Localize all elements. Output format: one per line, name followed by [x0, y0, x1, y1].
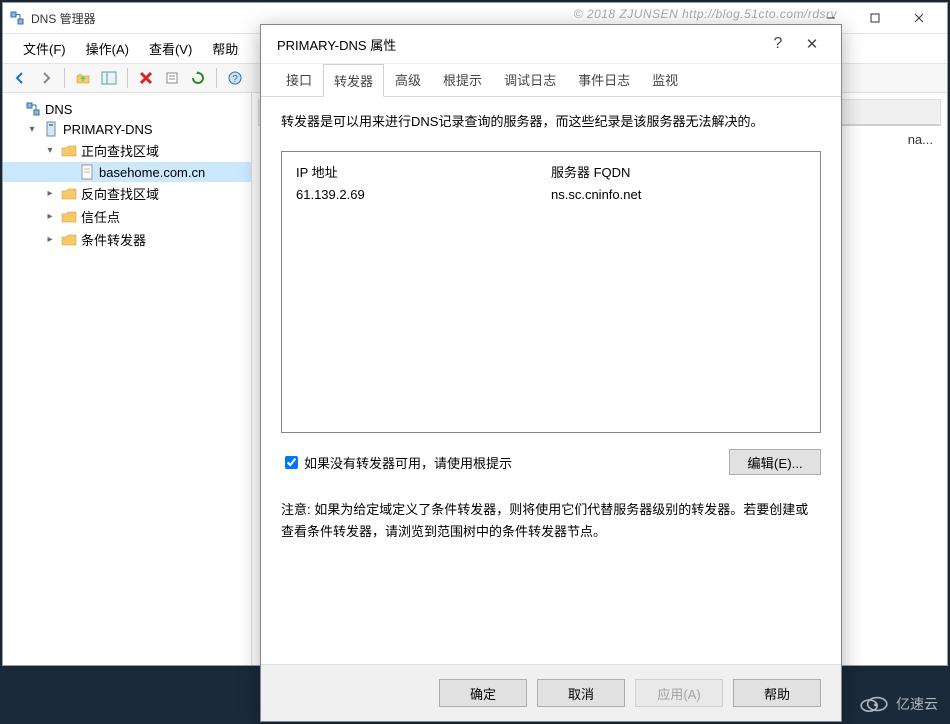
server-icon — [43, 121, 59, 137]
brand-text: 亿速云 — [896, 694, 938, 714]
tree-label: 反向查找区域 — [81, 184, 159, 203]
expander-icon[interactable]: ▾ — [25, 124, 39, 135]
column-header-fqdn: 服务器 FQDN — [551, 162, 806, 181]
tree-label: PRIMARY-DNS — [63, 122, 153, 137]
forwarders-note: 注意: 如果为给定域定义了条件转发器，则将使用它们代替服务器级别的转发器。若要创… — [281, 499, 821, 543]
app-icon — [9, 10, 25, 26]
tab-strip: 接口 转发器 高级 根提示 调试日志 事件日志 监视 — [261, 64, 841, 97]
dialog-close-button[interactable]: ✕ — [795, 35, 829, 53]
close-button[interactable] — [897, 5, 941, 31]
cancel-button[interactable]: 取消 — [537, 679, 625, 707]
column-header-ip: IP 地址 — [296, 162, 551, 181]
dialog-titlebar: PRIMARY-DNS 属性 ? ✕ — [261, 25, 841, 64]
delete-button[interactable] — [135, 67, 157, 89]
forwarder-row[interactable]: 61.139.2.69 ns.sc.cninfo.net — [296, 187, 806, 202]
use-root-hints-row: 如果没有转发器可用，请使用根提示 编辑(E)... — [281, 449, 821, 475]
list-header: IP 地址 服务器 FQDN — [296, 162, 806, 181]
tree-label: 条件转发器 — [81, 230, 146, 249]
menu-action[interactable]: 操作(A) — [76, 36, 139, 61]
dialog-button-row: 确定 取消 应用(A) 帮助 — [261, 664, 841, 721]
window-title: DNS 管理器 — [31, 10, 96, 27]
tree-zone-basehome[interactable]: basehome.com.cn — [3, 162, 251, 182]
tree-pane[interactable]: DNS ▾ PRIMARY-DNS ▾ 正向查找区域 basehome.com.… — [3, 93, 252, 665]
apply-button: 应用(A) — [635, 679, 723, 707]
dialog-title: PRIMARY-DNS 属性 — [277, 35, 396, 54]
menu-help[interactable]: 帮助 — [202, 36, 248, 61]
tree-label: basehome.com.cn — [99, 165, 205, 180]
expander-icon[interactable]: ▸ — [43, 234, 57, 245]
use-root-hints-label: 如果没有转发器可用，请使用根提示 — [304, 453, 512, 472]
tree-label: 信任点 — [81, 207, 120, 226]
up-button[interactable] — [72, 67, 94, 89]
refresh-button[interactable] — [187, 67, 209, 89]
tab-forwarders[interactable]: 转发器 — [323, 64, 384, 97]
forwarders-description: 转发器是可以用来进行DNS记录查询的服务器，而这些纪录是该服务器无法解决的。 — [281, 111, 821, 133]
maximize-button[interactable] — [853, 5, 897, 31]
toolbar-separator — [64, 68, 65, 88]
forwarder-fqdn: ns.sc.cninfo.net — [551, 187, 806, 202]
menu-file[interactable]: 文件(F) — [13, 36, 76, 61]
tree-forward-zone[interactable]: ▾ 正向查找区域 — [3, 139, 251, 162]
tree-reverse-zone[interactable]: ▸ 反向查找区域 — [3, 182, 251, 205]
use-root-hints-checkbox[interactable] — [285, 456, 298, 469]
dialog-body: 转发器是可以用来进行DNS记录查询的服务器，而这些纪录是该服务器无法解决的。 I… — [261, 97, 841, 664]
tab-debug-log[interactable]: 调试日志 — [493, 63, 567, 96]
forwarders-listbox[interactable]: IP 地址 服务器 FQDN 61.139.2.69 ns.sc.cninfo.… — [281, 151, 821, 433]
tree-label: DNS — [45, 102, 72, 117]
folder-icon — [61, 232, 77, 248]
svg-text:?: ? — [232, 74, 238, 85]
forwarder-ip: 61.139.2.69 — [296, 187, 551, 202]
tab-event-log[interactable]: 事件日志 — [567, 63, 641, 96]
dialog-help-button[interactable]: ? — [761, 35, 795, 53]
tab-root-hints[interactable]: 根提示 — [432, 63, 493, 96]
forward-button[interactable] — [35, 67, 57, 89]
tree-root-dns[interactable]: DNS — [3, 99, 251, 119]
show-hide-tree-button[interactable] — [98, 67, 120, 89]
expander-icon[interactable]: ▾ — [43, 145, 57, 156]
folder-icon — [61, 186, 77, 202]
folder-icon — [61, 143, 77, 159]
tree-label: 正向查找区域 — [81, 141, 159, 160]
properties-dialog: PRIMARY-DNS 属性 ? ✕ 接口 转发器 高级 根提示 调试日志 事件… — [260, 24, 842, 722]
tree-server[interactable]: ▾ PRIMARY-DNS — [3, 119, 251, 139]
dns-root-icon — [25, 101, 41, 117]
zone-file-icon — [79, 164, 95, 180]
properties-button[interactable] — [161, 67, 183, 89]
toolbar-separator — [216, 68, 217, 88]
tab-interface[interactable]: 接口 — [275, 63, 323, 96]
tab-advanced[interactable]: 高级 — [384, 63, 432, 96]
brand-watermark: 亿速云 — [858, 694, 938, 714]
dialog-help-cmd-button[interactable]: 帮助 — [733, 679, 821, 707]
toolbar-separator — [127, 68, 128, 88]
tab-monitor[interactable]: 监视 — [641, 63, 689, 96]
menu-view[interactable]: 查看(V) — [139, 36, 202, 61]
ok-button[interactable]: 确定 — [439, 679, 527, 707]
tree-conditional-forwarders[interactable]: ▸ 条件转发器 — [3, 228, 251, 251]
expander-icon[interactable]: ▸ — [43, 211, 57, 222]
folder-icon — [61, 209, 77, 225]
edit-button[interactable]: 编辑(E)... — [729, 449, 821, 475]
expander-icon[interactable]: ▸ — [43, 188, 57, 199]
watermark-text: © 2018 ZJUNSEN http://blog.51cto.com/rds… — [574, 7, 837, 21]
help-button[interactable]: ? — [224, 67, 246, 89]
tree-trust-points[interactable]: ▸ 信任点 — [3, 205, 251, 228]
back-button[interactable] — [9, 67, 31, 89]
